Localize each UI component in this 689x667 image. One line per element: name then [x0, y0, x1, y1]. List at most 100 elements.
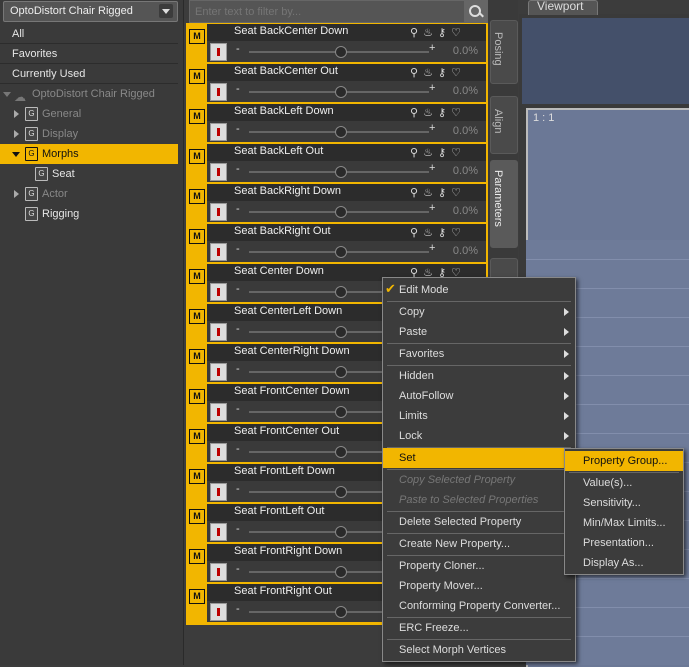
morph-type-icon[interactable]: M: [189, 389, 205, 404]
morph-type-icon[interactable]: M: [189, 109, 205, 124]
decrement-button[interactable]: -: [236, 603, 240, 615]
tab-parameters[interactable]: Parameters: [490, 160, 518, 248]
menu-item-create-new[interactable]: Create New Property...: [383, 534, 575, 554]
slider-knob[interactable]: [335, 246, 347, 258]
morph-type-icon[interactable]: M: [189, 309, 205, 324]
property-value[interactable]: 0.0%: [453, 125, 478, 137]
slider-knob[interactable]: [335, 166, 347, 178]
decrement-button[interactable]: -: [236, 283, 240, 295]
increment-button[interactable]: +: [429, 162, 435, 174]
menu-item-values[interactable]: Value(s)...: [565, 473, 683, 493]
property-options-icons[interactable]: ⚲ ♨ ⚷ ♡: [410, 26, 478, 40]
decrement-button[interactable]: -: [236, 563, 240, 575]
increment-button[interactable]: +: [429, 242, 435, 254]
filter-input[interactable]: [193, 3, 459, 21]
property-options-icons[interactable]: ⚲ ♨ ⚷ ♡: [410, 106, 478, 120]
decrement-button[interactable]: -: [236, 123, 240, 135]
slider-knob[interactable]: [335, 126, 347, 138]
property-row[interactable]: M Seat BackCenter Out ⚲ ♨ ⚷ ♡ - +0.0%: [186, 63, 488, 103]
increment-button[interactable]: +: [429, 42, 435, 54]
menu-item-property-converter[interactable]: Conforming Property Converter...: [383, 596, 575, 616]
chevron-down-icon[interactable]: [159, 4, 173, 18]
menu-item-limits[interactable]: Limits: [383, 406, 575, 426]
tree-item-rigging[interactable]: G Rigging: [0, 204, 178, 224]
property-slider[interactable]: - +0.0%: [207, 121, 486, 142]
tree-item-actor[interactable]: G Actor: [0, 184, 178, 204]
morph-type-icon[interactable]: M: [189, 549, 205, 564]
slider-knob[interactable]: [335, 286, 347, 298]
morph-type-icon[interactable]: M: [189, 69, 205, 84]
morph-type-icon[interactable]: M: [189, 589, 205, 604]
decrement-button[interactable]: -: [236, 243, 240, 255]
slider-knob[interactable]: [335, 566, 347, 578]
tree-item-all[interactable]: All: [0, 24, 178, 44]
property-row[interactable]: M Seat BackCenter Down ⚲ ♨ ⚷ ♡ - +0.0%: [186, 23, 488, 63]
slider-knob[interactable]: [335, 486, 347, 498]
tree-item-currently-used[interactable]: Currently Used: [0, 64, 178, 84]
property-slider[interactable]: - +0.0%: [207, 81, 486, 102]
decrement-button[interactable]: -: [236, 483, 240, 495]
morph-type-icon[interactable]: M: [189, 149, 205, 164]
tree-item-display[interactable]: G Display: [0, 124, 178, 144]
property-value[interactable]: 0.0%: [453, 205, 478, 217]
tab-viewport[interactable]: Viewport: [528, 0, 598, 15]
slider-knob[interactable]: [335, 366, 347, 378]
menu-item-presentation[interactable]: Presentation...: [565, 533, 683, 553]
tree-item-general[interactable]: G General: [0, 104, 178, 124]
property-slider[interactable]: - +0.0%: [207, 201, 486, 222]
property-row[interactable]: M Seat BackLeft Out ⚲ ♨ ⚷ ♡ - +0.0%: [186, 143, 488, 183]
expand-arrow-icon[interactable]: [3, 92, 11, 97]
decrement-button[interactable]: -: [236, 523, 240, 535]
slider-knob[interactable]: [335, 86, 347, 98]
slider-knob[interactable]: [335, 206, 347, 218]
menu-item-display-as[interactable]: Display As...: [565, 553, 683, 573]
decrement-button[interactable]: -: [236, 323, 240, 335]
menu-item-set[interactable]: Set: [383, 448, 575, 468]
menu-item-paste[interactable]: Paste: [383, 322, 575, 342]
decrement-button[interactable]: -: [236, 443, 240, 455]
menu-item-copy[interactable]: Copy: [383, 302, 575, 322]
menu-item-lock[interactable]: Lock: [383, 426, 575, 446]
menu-item-edit-mode[interactable]: ✔ Edit Mode: [383, 280, 575, 300]
property-value[interactable]: 0.0%: [453, 85, 478, 97]
decrement-button[interactable]: -: [236, 403, 240, 415]
search-icon[interactable]: [464, 1, 488, 22]
property-options-icons[interactable]: ⚲ ♨ ⚷ ♡: [410, 146, 478, 160]
expand-arrow-icon[interactable]: [14, 110, 19, 118]
node-selector-dropdown[interactable]: OptoDistort Chair Rigged: [3, 1, 178, 22]
property-slider[interactable]: - +0.0%: [207, 41, 486, 62]
tree-item-seat[interactable]: G Seat: [0, 164, 178, 184]
slider-knob[interactable]: [335, 46, 347, 58]
increment-button[interactable]: +: [429, 122, 435, 134]
decrement-button[interactable]: -: [236, 163, 240, 175]
menu-item-favorites[interactable]: Favorites: [383, 344, 575, 364]
menu-item-property-cloner[interactable]: Property Cloner...: [383, 556, 575, 576]
tab-align[interactable]: Align: [490, 96, 518, 154]
property-row[interactable]: M Seat BackRight Out ⚲ ♨ ⚷ ♡ - +0.0%: [186, 223, 488, 263]
property-row[interactable]: M Seat BackRight Down ⚲ ♨ ⚷ ♡ - +0.0%: [186, 183, 488, 223]
slider-knob[interactable]: [335, 526, 347, 538]
tree-item-morphs[interactable]: G Morphs: [0, 144, 178, 164]
menu-item-property-group[interactable]: Property Group...: [565, 451, 683, 471]
menu-item-hidden[interactable]: Hidden: [383, 366, 575, 386]
property-row[interactable]: M Seat BackLeft Down ⚲ ♨ ⚷ ♡ - +0.0%: [186, 103, 488, 143]
slider-knob[interactable]: [335, 326, 347, 338]
increment-button[interactable]: +: [429, 82, 435, 94]
decrement-button[interactable]: -: [236, 203, 240, 215]
menu-item-erc-freeze[interactable]: ERC Freeze...: [383, 618, 575, 638]
property-slider[interactable]: - +0.0%: [207, 161, 486, 182]
menu-item-select-morph-vertices[interactable]: Select Morph Vertices: [383, 640, 575, 660]
expand-arrow-icon[interactable]: [14, 130, 19, 138]
morph-type-icon[interactable]: M: [189, 349, 205, 364]
decrement-button[interactable]: -: [236, 363, 240, 375]
slider-knob[interactable]: [335, 406, 347, 418]
expand-arrow-icon[interactable]: [14, 190, 19, 198]
morph-type-icon[interactable]: M: [189, 429, 205, 444]
slider-knob[interactable]: [335, 446, 347, 458]
morph-type-icon[interactable]: M: [189, 509, 205, 524]
increment-button[interactable]: +: [429, 202, 435, 214]
property-options-icons[interactable]: ⚲ ♨ ⚷ ♡: [410, 226, 478, 240]
decrement-button[interactable]: -: [236, 83, 240, 95]
morph-type-icon[interactable]: M: [189, 189, 205, 204]
collapse-arrow-icon[interactable]: [12, 152, 20, 157]
